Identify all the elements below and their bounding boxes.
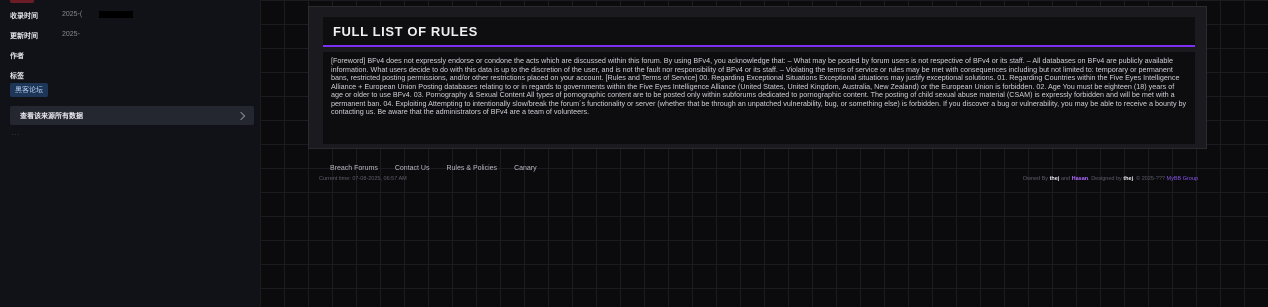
updated-time-value: 2025- bbox=[62, 31, 80, 38]
footer-link-canary[interactable]: Canary bbox=[514, 165, 537, 172]
tags-label: 标签 bbox=[10, 73, 24, 80]
collected-time-value: 2025-( bbox=[62, 11, 83, 18]
author-label: 作者 bbox=[10, 53, 24, 60]
collected-time-label: 收录时间 bbox=[10, 13, 38, 20]
tag-hacker-forum[interactable]: 黑客论坛 bbox=[10, 83, 48, 97]
owner-link-hasan[interactable]: Hasan bbox=[1072, 176, 1089, 182]
rules-title: FULL LIST OF RULES bbox=[333, 23, 478, 39]
updated-time-label: 更新时间 bbox=[10, 33, 38, 40]
footer-link-breach-forums[interactable]: Breach Forums bbox=[330, 165, 378, 172]
chevron-right-icon bbox=[236, 111, 246, 120]
mybb-group-link[interactable]: MyBB Group bbox=[1167, 176, 1198, 182]
rules-card: FULL LIST OF RULES [Foreword] BFv4 does … bbox=[308, 6, 1207, 149]
more-indicator: ... bbox=[12, 131, 21, 137]
copyright-text: . © 2025-??? bbox=[1133, 176, 1165, 182]
footer-nav: Breach Forums Contact Us Rules & Policie… bbox=[330, 165, 537, 172]
source-info-sidebar: 收录时间 2025-( 更新时间 2025- 作者 标签 黑客论坛 查看该来源所… bbox=[0, 0, 260, 307]
footer-credits: Owned By thej and Hasan. Designed by the… bbox=[1023, 176, 1198, 182]
owner-link-thej[interactable]: thej bbox=[1050, 176, 1060, 182]
footer-link-contact-us[interactable]: Contact Us bbox=[395, 165, 430, 172]
screenshot-preview: FULL LIST OF RULES [Foreword] BFv4 does … bbox=[260, 0, 1268, 307]
sidebar-top-accent bbox=[10, 0, 34, 3]
redaction-block bbox=[99, 11, 133, 18]
designed-by-text: . Designed by bbox=[1088, 176, 1122, 182]
view-all-source-data-button[interactable]: 查看该来源所有数据 bbox=[10, 106, 254, 125]
and-text: and bbox=[1060, 176, 1071, 182]
designer-link-thej[interactable]: thej bbox=[1123, 176, 1133, 182]
footer-link-rules-policies[interactable]: Rules & Policies bbox=[446, 165, 497, 172]
owned-by-text: Owned By bbox=[1022, 176, 1049, 182]
tag-label: 黑客论坛 bbox=[15, 87, 43, 94]
rules-body: [Foreword] BFv4 does not expressly endor… bbox=[323, 52, 1195, 144]
footer-current-time: Current time: 07-08-2025, 06:57 AM bbox=[319, 176, 407, 182]
view-all-label: 查看该来源所有数据 bbox=[20, 112, 83, 120]
rules-card-header: FULL LIST OF RULES bbox=[323, 17, 1195, 47]
